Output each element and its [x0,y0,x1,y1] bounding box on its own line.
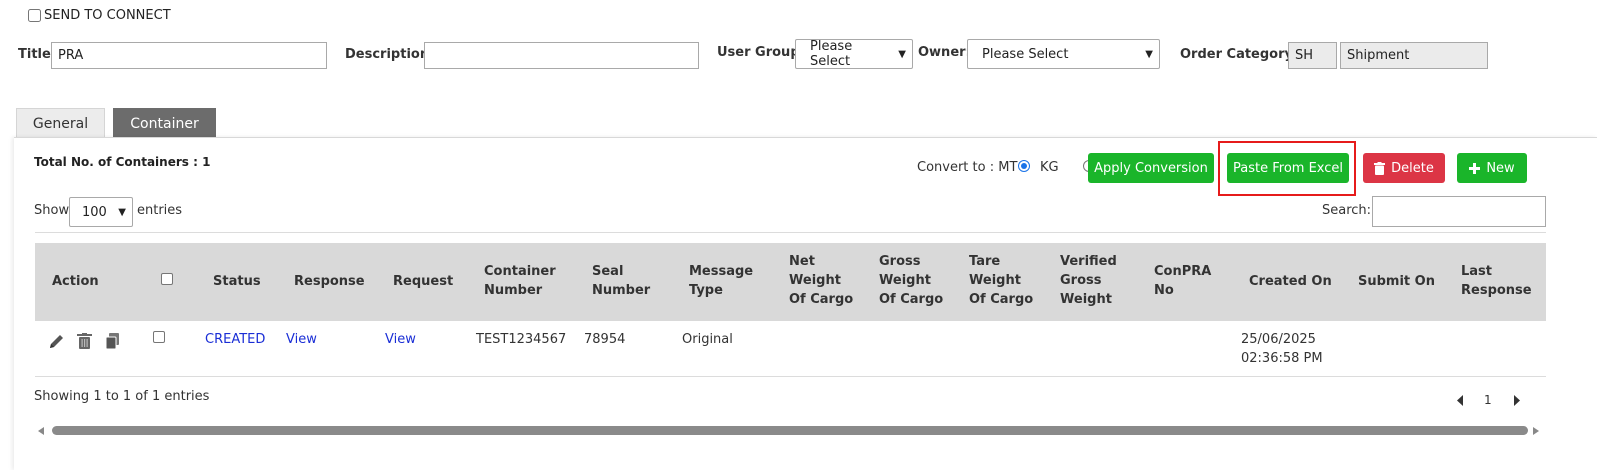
owner-select[interactable]: Please Select ▼ [967,39,1160,69]
owner-value: Please Select [982,46,1069,62]
owner-label: Owner: [918,45,971,60]
description-input[interactable] [424,42,699,69]
container-number-cell: TEST1234567 [476,332,567,347]
entries-select[interactable]: 100 ▼ [69,197,133,227]
order-category-code [1288,42,1337,69]
trash-icon [1374,161,1386,175]
tab-container-label: Container [130,115,199,132]
delete-label: Delete [1391,160,1434,176]
header-submit-on: Submit On [1358,274,1435,289]
new-label: New [1486,160,1515,176]
show-label: Show [34,203,70,218]
header-request: Request [393,274,454,289]
tab-container[interactable]: Container [113,108,216,138]
search-label: Search: [1322,203,1372,218]
header-seal-number: Seal Number [592,264,651,298]
row-divider [35,376,1546,377]
entries-label: entries [137,203,183,218]
user-group-select[interactable]: Please Select ▼ [795,39,913,69]
order-category-name [1340,42,1488,69]
prev-page-icon[interactable] [1456,395,1464,406]
convert-mt-radio[interactable] [1018,160,1030,172]
chevron-down-icon: ▼ [118,206,126,218]
header-status: Status [213,274,261,289]
header-response: Response [294,274,365,289]
send-to-connect-option[interactable]: SEND TO CONNECT [28,8,171,23]
pencil-icon[interactable] [48,333,65,350]
user-group-value: Please Select [810,39,853,69]
apply-conversion-button[interactable]: Apply Conversion [1088,153,1214,183]
header-tare-weight: Tare Weight Of Cargo [969,254,1034,307]
trash-icon[interactable] [77,333,92,350]
plus-icon [1469,162,1481,174]
total-containers: Total No. of Containers : 1 [34,155,211,169]
page-number[interactable]: 1 [1484,393,1492,407]
seal-number-cell: 78954 [584,332,626,347]
send-to-connect-label: SEND TO CONNECT [44,8,171,23]
order-category-label: Order Category: [1180,47,1299,62]
table-top-border [35,232,1546,233]
paste-from-excel-label: Paste From Excel [1233,160,1343,176]
created-on-cell: 25/06/2025 02:36:58 PM [1241,332,1323,366]
entries-value: 100 [82,204,107,220]
select-all-checkbox[interactable] [161,273,173,285]
convert-kg-label: KG [1040,160,1059,175]
header-net-weight: Net Weight Of Cargo [789,254,854,307]
convert-label: Convert to : MT [917,160,1018,175]
delete-button[interactable]: Delete [1363,153,1445,183]
header-action: Action [52,274,99,289]
showing-entries-text: Showing 1 to 1 of 1 entries [34,389,210,404]
header-gross-weight: Gross Weight Of Cargo [879,254,944,307]
apply-conversion-label: Apply Conversion [1094,160,1208,176]
paste-from-excel-button[interactable]: Paste From Excel [1227,153,1349,183]
scroll-left-icon[interactable] [38,427,44,435]
message-type-cell: Original [682,332,733,347]
new-button[interactable]: New [1457,153,1527,183]
row-checkbox[interactable] [153,331,165,343]
status-link[interactable]: CREATED [205,330,265,349]
description-label: Description: [345,47,435,62]
request-view-link[interactable]: View [385,330,416,349]
response-view-link[interactable]: View [286,330,317,349]
header-created-on: Created On [1249,274,1332,289]
send-to-connect-checkbox[interactable] [28,9,41,22]
copy-icon[interactable] [105,333,120,350]
header-verified-gross-weight: Verified Gross Weight [1060,254,1117,307]
chevron-down-icon: ▼ [898,48,906,60]
chevron-down-icon: ▼ [1145,48,1153,60]
header-message-type: Message Type [689,264,754,298]
tab-general-label: General [32,115,89,132]
horizontal-scrollbar-thumb[interactable] [52,426,1528,435]
search-input[interactable] [1372,196,1546,227]
tab-general[interactable]: General [16,108,105,138]
title-input[interactable] [51,42,327,69]
scroll-right-icon[interactable] [1533,427,1539,435]
header-conpra-no: ConPRA No [1154,264,1212,298]
user-group-label: User Group: [717,45,805,60]
next-page-icon[interactable] [1513,395,1521,406]
header-last-response: Last Response [1461,264,1532,298]
header-container-number: Container Number [484,264,556,298]
